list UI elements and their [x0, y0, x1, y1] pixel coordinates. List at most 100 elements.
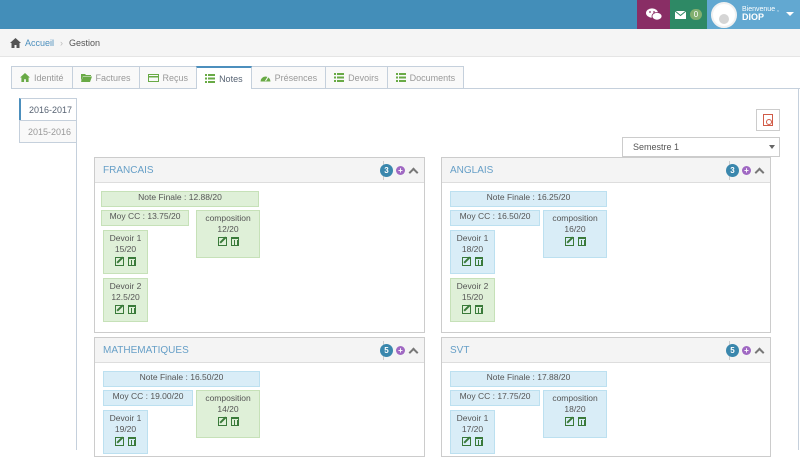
edit-icon[interactable] [462, 256, 471, 266]
trash-icon[interactable] [128, 304, 136, 314]
user-name: DIOP [742, 12, 765, 23]
add-grade-icon[interactable]: + [396, 346, 405, 355]
devoir-card: Devoir 1 18/20 [450, 230, 495, 274]
list-icon [205, 74, 216, 83]
subject-widget-mathematiques: MATHEMATIQUES 5 + Note Finale : 16.50/20… [94, 337, 425, 457]
edit-icon[interactable] [115, 304, 124, 314]
grade-count-badge: 5 [380, 344, 393, 357]
moy-cc: Moy CC : 13.75/20 [101, 210, 189, 226]
tab-year-2016-2017[interactable]: 2016-2017 [19, 98, 77, 121]
subject-title: FRANCAIS [103, 164, 154, 176]
composition-card: composition 18/20 [543, 390, 607, 438]
edit-icon[interactable] [462, 304, 471, 314]
add-grade-icon[interactable]: + [742, 346, 751, 355]
moy-cc: Moy CC : 19.00/20 [103, 390, 193, 406]
edit-icon[interactable] [115, 256, 124, 266]
chevron-up-icon[interactable] [754, 347, 765, 358]
note-finale: Note Finale : 17.88/20 [450, 371, 607, 387]
trash-icon[interactable] [577, 236, 586, 246]
tab-presences[interactable]: Présences [250, 66, 327, 88]
year-tabs: 2016-2017 2015-2016 [19, 98, 77, 143]
devoir-label: Devoir 2 [109, 281, 142, 291]
semester-select[interactable]: Semestre 1 [622, 137, 780, 157]
note-finale: Note Finale : 16.50/20 [103, 371, 260, 387]
trash-icon[interactable] [475, 256, 483, 266]
add-grade-icon[interactable]: + [396, 166, 405, 175]
grade-count-badge: 3 [380, 164, 393, 177]
devoir-label: Devoir 2 [456, 281, 489, 291]
subject-title: SVT [450, 344, 470, 356]
devoir-label: Devoir 1 [456, 413, 489, 423]
devoir-label: Devoir 1 [456, 233, 489, 243]
trash-icon[interactable] [577, 416, 586, 426]
chevron-up-icon[interactable] [754, 167, 765, 178]
composition-grade: 16/20 [564, 224, 586, 235]
note-finale: Note Finale : 16.25/20 [450, 191, 607, 207]
tab-notes[interactable]: Notes [196, 66, 252, 89]
devoir-card: Devoir 2 12.5/20 [103, 278, 148, 322]
file-pdf-icon [763, 114, 773, 126]
trash-icon[interactable] [475, 436, 483, 446]
chevron-up-icon[interactable] [408, 167, 419, 178]
tab-recus[interactable]: Reçus [138, 66, 198, 88]
messages-button[interactable]: 0 [670, 0, 707, 29]
trash-icon[interactable] [128, 436, 136, 446]
breadcrumb: Accueil › Gestion [0, 29, 800, 57]
moy-cc: Moy CC : 17.75/20 [450, 390, 540, 406]
chat-button[interactable] [637, 0, 670, 29]
edit-icon[interactable] [564, 236, 574, 246]
devoir-grade: 17/20 [461, 424, 484, 435]
trash-icon[interactable] [475, 304, 483, 314]
note-finale: Note Finale : 12.88/20 [101, 191, 259, 207]
composition-card: composition 16/20 [543, 210, 607, 258]
credit-card-icon [147, 73, 159, 82]
messages-count-badge: 0 [689, 9, 703, 20]
subject-widget-anglais: ANGLAIS 3 + Note Finale : 16.25/20 Moy C… [441, 157, 771, 333]
tab-factures[interactable]: Factures [71, 66, 140, 88]
devoir-grade: 15/20 [461, 292, 484, 303]
tab-devoirs[interactable]: Devoirs [325, 66, 388, 88]
add-grade-icon[interactable]: + [742, 166, 751, 175]
tabs-divider [11, 88, 800, 89]
composition-grade: 14/20 [217, 404, 239, 415]
subject-title: ANGLAIS [450, 164, 494, 176]
tab-label: Notes [219, 73, 243, 84]
composition-card: composition 14/20 [196, 390, 260, 438]
tab-label: Factures [95, 72, 131, 83]
avatar [711, 1, 737, 28]
breadcrumb-home-link[interactable]: Accueil [25, 38, 54, 48]
edit-icon[interactable] [115, 436, 124, 446]
subject-widget-svt: SVT 5 + Note Finale : 17.88/20 Moy CC : … [441, 337, 771, 457]
trash-icon[interactable] [230, 236, 239, 246]
export-pdf-button[interactable] [756, 109, 780, 131]
moy-cc: Moy CC : 16.50/20 [450, 210, 540, 226]
composition-label: composition [205, 393, 251, 403]
tab-label: Devoirs [348, 72, 379, 83]
user-menu[interactable]: Bienvenue , DIOP [707, 0, 800, 29]
composition-card: composition 12/20 [196, 210, 260, 258]
tab-label: Présences [274, 72, 318, 83]
trash-icon[interactable] [128, 256, 136, 266]
devoir-card: Devoir 1 17/20 [450, 410, 495, 454]
tab-documents[interactable]: Documents [386, 66, 465, 88]
devoir-grade: 19/20 [114, 424, 137, 435]
composition-label: composition [552, 393, 598, 403]
edit-icon[interactable] [462, 436, 471, 446]
list-icon [334, 73, 345, 82]
tachometer-icon [260, 76, 271, 81]
edit-icon[interactable] [564, 416, 574, 426]
subject-widget-francais: FRANCAIS 3 + Note Finale : 12.88/20 Moy … [94, 157, 425, 333]
subject-title: MATHEMATIQUES [103, 344, 189, 356]
chevron-up-icon[interactable] [408, 347, 419, 358]
caret-down-icon [786, 12, 794, 16]
edit-icon[interactable] [217, 416, 227, 426]
wechat-icon [645, 8, 662, 21]
edit-icon[interactable] [217, 236, 227, 246]
caret-down-icon [769, 145, 775, 149]
trash-icon[interactable] [230, 416, 239, 426]
devoir-grade: 18/20 [461, 244, 484, 255]
tab-identite[interactable]: Identité [11, 66, 73, 88]
composition-grade: 18/20 [564, 404, 586, 415]
tab-year-2015-2016[interactable]: 2015-2016 [19, 120, 77, 143]
composition-label: composition [552, 213, 598, 223]
